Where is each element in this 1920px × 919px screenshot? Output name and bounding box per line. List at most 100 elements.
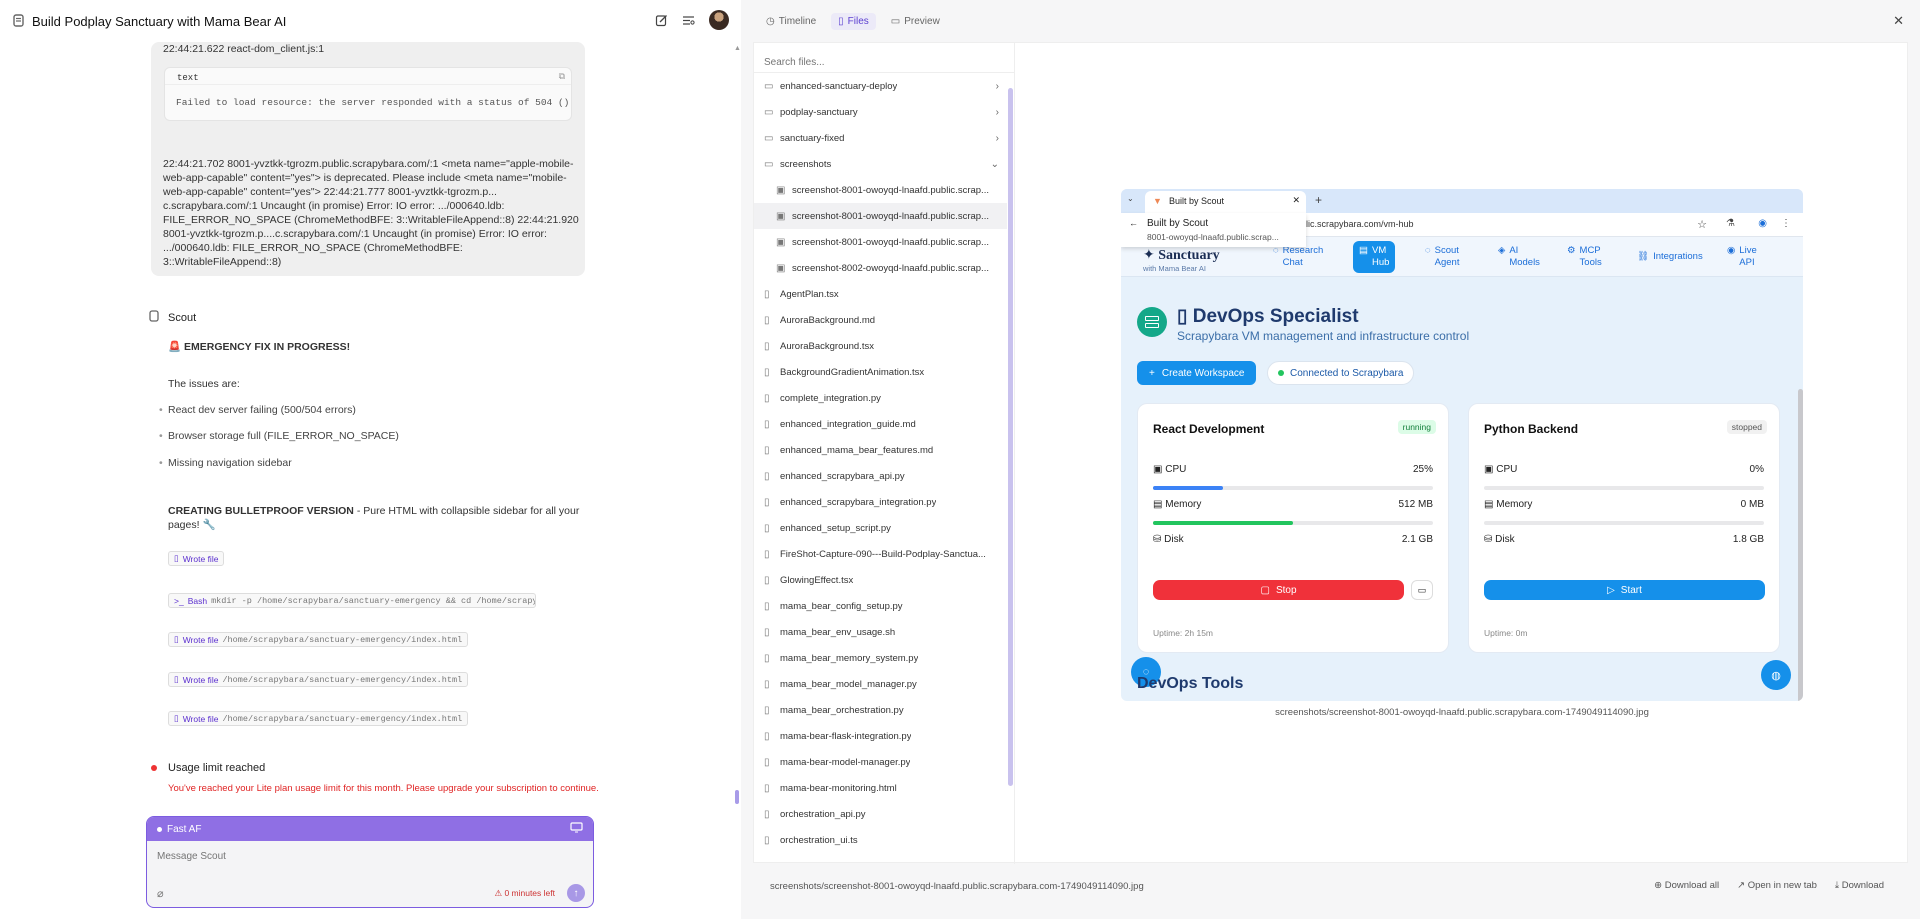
file-item[interactable]: ▣ screenshot-8001-owoyqd-lnaafd.public.sc…: [754, 177, 1007, 203]
file-item[interactable]: ▯ enhanced_integration_guide.md: [754, 411, 1007, 437]
profile-icon[interactable]: ◉: [1758, 218, 1767, 229]
stop-button[interactable]: ▢ Stop: [1153, 580, 1404, 600]
file-item[interactable]: ▯ BackgroundGradientAnimation.tsx: [754, 359, 1007, 385]
chevron-right-icon[interactable]: ›: [996, 107, 999, 118]
chevron-right-icon[interactable]: ›: [996, 81, 999, 92]
tool-call-chip[interactable]: ▯ Wrote file: [168, 551, 225, 566]
file-item[interactable]: ▯ mama_bear_model_manager.py: [754, 671, 1007, 697]
edit-icon[interactable]: [655, 14, 668, 27]
list-settings-icon[interactable]: [682, 14, 695, 27]
section-title: DevOps Tools: [1137, 675, 1244, 692]
file-item[interactable]: ▯ mama-bear-flask-integration.py: [754, 723, 1007, 749]
tab-preview[interactable]: ▭ Preview: [884, 13, 947, 30]
chat-title: Build Podplay Sanctuary with Mama Bear A…: [32, 13, 287, 29]
status-badge: running: [1397, 420, 1436, 434]
file-item[interactable]: ▯ mama-bear-monitoring.html: [754, 775, 1007, 801]
folder-item[interactable]: ▭ podplay-sanctuary ›: [754, 99, 1007, 125]
search-files-input[interactable]: [754, 43, 1014, 73]
mode-bar[interactable]: Fast AF: [147, 817, 593, 841]
chevron-down-icon[interactable]: ⌄: [1127, 194, 1134, 203]
file-item[interactable]: ▯ mama_bear_orchestration.py: [754, 697, 1007, 723]
file-item[interactable]: ▯ AuroraBackground.tsx: [754, 333, 1007, 359]
file-item[interactable]: ▯ mama_bear_env_usage.sh: [754, 619, 1007, 645]
monitor-icon[interactable]: [570, 822, 583, 836]
file-item[interactable]: ▯ mama-bear-model-manager.py: [754, 749, 1007, 775]
file-item[interactable]: ▯ orchestration_api.py: [754, 801, 1007, 827]
file-icon: ▯: [764, 756, 770, 768]
download-button[interactable]: ⤓ Download: [1835, 880, 1884, 891]
nav-mcp-tools[interactable]: ⚙ MCP Tools: [1567, 245, 1602, 269]
nav-vm-hub[interactable]: ▤ VM Hub: [1353, 241, 1396, 273]
tool-call-chip[interactable]: ▯ Wrote file/home/scrapybara/sanctuary-em…: [168, 711, 469, 726]
nav-integrations[interactable]: ⛓ Integrations: [1637, 251, 1703, 263]
close-icon[interactable]: ✕: [1292, 195, 1300, 206]
attach-icon[interactable]: ⌀: [157, 887, 164, 900]
file-item[interactable]: ▯ orchestration_ui.ts: [754, 827, 1007, 853]
file-item[interactable]: ▯ complete_integration.py: [754, 385, 1007, 411]
browser-tab[interactable]: ▼ Built by Scout ✕: [1145, 191, 1306, 213]
message-composer: Fast AF ⌀ ⚠ 0 minutes left ↑: [146, 816, 594, 908]
preview-scrollbar[interactable]: [1798, 389, 1803, 701]
nav-research-chat[interactable]: ◌ Research Chat: [1273, 245, 1323, 269]
tool-call-chip[interactable]: >_ Bash mkdir -p /home/scrapybara/sanctuar…: [168, 593, 536, 608]
send-button[interactable]: ↑: [567, 884, 585, 902]
disk-label: Disk: [1164, 534, 1184, 545]
log-line: .../000640.ldb: FILE_ERROR_NO_SPACE (Chr…: [163, 242, 463, 268]
cpu-bar: [1484, 486, 1764, 490]
open-new-tab-button[interactable]: ↗ Open in new tab: [1737, 880, 1817, 891]
star-icon[interactable]: ☆: [1697, 218, 1707, 231]
message-input[interactable]: [157, 851, 577, 862]
new-tab-icon[interactable]: +: [1315, 193, 1322, 207]
nav-ai-models[interactable]: ◈ AI Models: [1498, 245, 1540, 269]
folder-item[interactable]: ▭ enhanced-sanctuary-deploy ›: [754, 73, 1007, 99]
file-item[interactable]: ▯ enhanced_setup_script.py: [754, 515, 1007, 541]
close-icon[interactable]: ✕: [1893, 13, 1904, 29]
mode-dot-icon: [157, 826, 162, 832]
file-item[interactable]: ▯ FireShot-Capture-090---Build-Podplay-Sa…: [754, 541, 1007, 567]
tab-files[interactable]: ▯ Files: [831, 12, 876, 30]
tool-call-chip[interactable]: ▯ Wrote file/home/scrapybara/sanctuary-em…: [168, 672, 469, 687]
chevron-down-icon[interactable]: ⌄: [991, 159, 999, 170]
chevron-right-icon[interactable]: ›: [996, 133, 999, 144]
file-item[interactable]: ▯ GlowingEffect.tsx: [754, 567, 1007, 593]
file-item[interactable]: ▣ screenshot-8001-owoyqd-lnaafd.public.sc…: [754, 203, 1007, 229]
more-icon[interactable]: ⋮: [1781, 218, 1791, 229]
create-workspace-button[interactable]: + Create Workspace: [1137, 361, 1257, 385]
copy-icon[interactable]: ⧉: [559, 71, 565, 82]
file-name: enhanced_integration_guide.md: [780, 418, 916, 430]
file-item[interactable]: ▣ screenshot-8002-owoyqd-lnaafd.public.sc…: [754, 255, 1007, 281]
workspace-pane: ◷Timeline ▯Files ▭Preview ✕ ▭enhanced-sa…: [741, 0, 1920, 919]
folder-item[interactable]: ▭ screenshots ⌄: [754, 151, 1007, 177]
file-item[interactable]: ▯ mama_bear_memory_system.py: [754, 645, 1007, 671]
browser-tabstrip: ⌄ ▼ Built by Scout ✕ +: [1121, 189, 1803, 213]
memory-bar: [1153, 521, 1433, 525]
assistant-fab-icon[interactable]: ◍: [1761, 660, 1791, 690]
scout-logo-icon: [12, 14, 26, 28]
chat-scrollbar[interactable]: ▲: [733, 42, 741, 809]
file-item[interactable]: ▯ enhanced_scrapybara_api.py: [754, 463, 1007, 489]
file-list-scrollbar[interactable]: [1008, 88, 1013, 786]
file-item[interactable]: ▯ AgentPlan.tsx: [754, 281, 1007, 307]
file-item[interactable]: ▯ enhanced_scrapybara_integration.py: [754, 489, 1007, 515]
tool-call-chip[interactable]: ▯ Wrote file/home/scrapybara/sanctuary-em…: [168, 632, 469, 647]
file-item[interactable]: ▯ mama_bear_config_setup.py: [754, 593, 1007, 619]
flask-icon[interactable]: ⚗: [1726, 218, 1735, 229]
log-line: web-app-capable" content="yes"> 22:44:21…: [163, 186, 497, 198]
folder-item[interactable]: ▭ sanctuary-fixed ›: [754, 125, 1007, 151]
monitor-icon[interactable]: ▭: [1411, 580, 1433, 600]
nav-scout-agent[interactable]: ◌ Scout Agent: [1425, 245, 1459, 269]
nav-label: Live API: [1739, 245, 1757, 268]
start-button[interactable]: ▷ Start: [1484, 580, 1765, 600]
file-item[interactable]: ▣ screenshot-8001-owoyqd-lnaafd.public.sc…: [754, 229, 1007, 255]
tool-label: Wrote file: [182, 713, 219, 724]
download-all-button[interactable]: ⊕ Download all: [1654, 880, 1719, 891]
file-item[interactable]: ▯ AuroraBackground.md: [754, 307, 1007, 333]
user-avatar[interactable]: [709, 10, 729, 30]
image-caption: screenshots/screenshot-8001-owoyqd-lnaaf…: [1275, 707, 1649, 718]
nav-live-api[interactable]: ◉ Live API: [1727, 245, 1757, 269]
app-logo-text: Sanctuary: [1158, 248, 1220, 263]
app-logo[interactable]: ✦ Sanctuary with Mama Bear AI: [1143, 247, 1220, 273]
tab-timeline[interactable]: ◷ Timeline: [759, 13, 823, 30]
file-name: screenshot-8001-owoyqd-lnaafd.public.scr…: [792, 236, 989, 248]
file-item[interactable]: ▯ enhanced_mama_bear_features.md: [754, 437, 1007, 463]
